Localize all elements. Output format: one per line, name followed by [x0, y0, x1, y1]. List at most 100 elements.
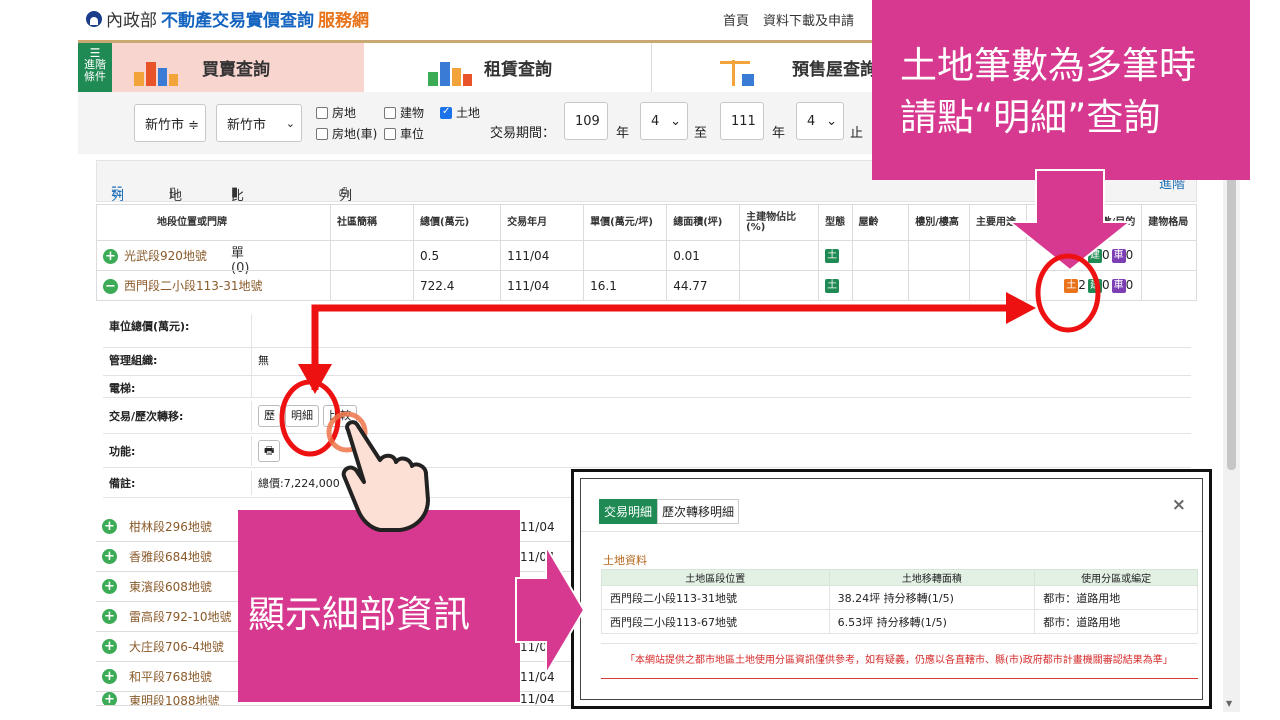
advanced-filter-label: 進階條件 [84, 58, 106, 83]
row-location[interactable]: + 光武段920地號 [96, 240, 331, 271]
checkbox-box[interactable] [316, 127, 328, 140]
col-floor[interactable]: 樓別/樓高 [908, 204, 971, 241]
history-button[interactable]: 歷 [258, 404, 281, 427]
count-value: 1 [1078, 248, 1086, 263]
row-age [851, 240, 910, 271]
table-row[interactable]: − 西門段二小段113-31地號 722.4 111/04 16.1 44.77 … [96, 270, 1197, 301]
list-item-location: 東明段1088地號 [129, 694, 220, 706]
zoning-disclaimer: 「本網站提供之都市地區土地使用分區資訊僅供參考，如有疑義，仍應以各直轄市、縣(市… [601, 643, 1198, 679]
detail-label: 備註: [109, 476, 136, 490]
col-layout[interactable]: 建物格局 [1141, 204, 1197, 241]
tab-presale-label: 預售屋查詢 [792, 60, 877, 80]
top-nav: 首頁 資料下載及申請 [723, 10, 854, 29]
expand-plus-icon[interactable]: + [102, 519, 117, 534]
row-area: 44.77 [666, 270, 741, 301]
collapse-minus-icon[interactable]: − [103, 279, 118, 294]
col-counts[interactable]: 交易筆棟數/目的 [1025, 204, 1143, 241]
checkbox-building[interactable]: 建物 [384, 104, 424, 121]
checkbox-house-land[interactable]: 房地 [316, 104, 356, 121]
expand-plus-icon[interactable]: + [102, 609, 117, 624]
to-label: 至 [694, 126, 708, 141]
detail-value [251, 376, 1191, 397]
expand-plus-icon[interactable]: + [102, 549, 117, 564]
from-month-select[interactable]: 4 ⌄ [640, 102, 688, 140]
results-table: 地段位置或門牌 社區簡稱 總價(萬元) 交易年月 單價(萬元/坪) 總面積(坪)… [96, 204, 1197, 301]
detail-value: 歷 明細 比較 [251, 400, 1191, 431]
close-icon[interactable]: × [1172, 495, 1186, 515]
print-icon[interactable]: 🖶 [258, 439, 281, 462]
col-type[interactable]: 型態 [818, 204, 853, 241]
row-unit-price [583, 240, 668, 271]
nav-download-link[interactable]: 資料下載及申請 [763, 10, 854, 29]
tab-transfer-history[interactable]: 歷次轉移明細 [657, 499, 740, 524]
expand-plus-icon[interactable]: + [102, 692, 117, 705]
to-year-value: 111 [731, 113, 756, 129]
col-unit-price[interactable]: 單價(萬元/坪) [583, 204, 668, 241]
district-select[interactable]: 新竹市 ⌄ [216, 104, 302, 142]
from-year-input[interactable]: 109 [564, 102, 608, 140]
checkbox-box-checked[interactable] [440, 106, 452, 119]
col-area[interactable]: 總面積(坪) [666, 204, 741, 241]
row-layout [1141, 270, 1197, 301]
row-location-text: 西門段二小段113-31地號 [124, 279, 263, 293]
table-row[interactable]: + 光武段920地號 0.5 111/04 0.01 土 土1建0車0 [96, 240, 1197, 271]
land-col-area: 土地移轉面積 [828, 569, 1036, 586]
col-usage[interactable]: 主要用途 [969, 204, 1027, 241]
to-year-input[interactable]: 111 [720, 102, 764, 140]
chevron-down-icon: ⌄ [826, 113, 837, 129]
col-date[interactable]: 交易年月 [500, 204, 585, 241]
count-badge: 土 [1064, 278, 1079, 293]
checkbox-box[interactable] [384, 106, 396, 119]
detail-value: 無 [251, 348, 1191, 375]
checkbox-house-land-parking[interactable]: 房地(車) [316, 125, 377, 142]
col-total-price[interactable]: 總價(萬元) [413, 204, 502, 241]
count-value: 0 [1101, 278, 1110, 293]
city-select[interactable]: 新竹市 ≑ [134, 104, 206, 142]
advanced-filter-button[interactable]: ☰ 進階條件 [78, 43, 112, 95]
col-location[interactable]: 地段位置或門牌 [96, 204, 331, 241]
row-area: 0.01 [666, 240, 741, 271]
checkbox-label: 土地 [456, 106, 481, 120]
city-select-value: 新竹市 ≑ [145, 117, 200, 133]
col-community[interactable]: 社區簡稱 [329, 204, 415, 241]
expand-plus-icon[interactable]: + [102, 579, 117, 594]
row-price: 722.4 [413, 270, 502, 301]
checkbox-parking[interactable]: 車位 [384, 125, 424, 142]
list-item-location: 東濱段608地號 [129, 580, 212, 594]
tab-sales[interactable]: 買賣查詢 [112, 43, 364, 92]
row-location[interactable]: − 西門段二小段113-31地號 [96, 270, 331, 301]
nav-home-link[interactable]: 首頁 [723, 10, 749, 29]
site-logo[interactable]: 內政部 不動產交易實價查詢 服務網 [86, 6, 369, 31]
detail-button[interactable]: 明細 [285, 404, 319, 427]
modal-tabs: 交易明細 歷次轉移明細 [599, 499, 740, 524]
expand-plus-icon[interactable]: + [102, 639, 117, 654]
to-month-select[interactable]: 4 ⌄ [796, 102, 844, 140]
table-header-row: 地段位置或門牌 社區簡稱 總價(萬元) 交易年月 單價(萬元/坪) 總面積(坪)… [96, 204, 1197, 241]
land-cell-location: 西門段二小段113-67地號 [601, 609, 830, 634]
col-age[interactable]: 屋齡 [851, 204, 910, 241]
tab-transaction-detail[interactable]: 交易明細 [599, 499, 658, 524]
checkbox-land[interactable]: 土地 [440, 104, 480, 121]
tab-rental[interactable]: 租賃查詢 [364, 43, 652, 92]
detail-label: 電梯: [109, 382, 136, 395]
count-value: 0 [1125, 278, 1134, 293]
land-table-header: 土地區段位置 土地移轉面積 使用分區或編定 [601, 569, 1198, 586]
checkbox-box[interactable] [384, 127, 396, 140]
detail-row: 電梯: [103, 376, 1191, 398]
expand-plus-icon[interactable]: + [102, 669, 117, 684]
land-type-badge: 土 [825, 248, 840, 263]
emblem-icon [86, 10, 102, 27]
row-community [329, 240, 415, 271]
row-date: 111/04 [500, 240, 585, 271]
count-badge: 建 [1087, 248, 1102, 263]
checkbox-box[interactable] [316, 106, 328, 119]
compare-button[interactable]: 比較 [323, 404, 357, 427]
list-item-date: 11/04 [520, 639, 555, 654]
col-main-ratio[interactable]: 主建物佔比(%) [739, 204, 820, 241]
counts-badges: 土1建0車0 [1064, 248, 1135, 263]
scrollbar-thumb[interactable] [1227, 140, 1236, 470]
row-counts: 土2建0車0 [1025, 270, 1143, 301]
expand-plus-icon[interactable]: + [103, 249, 118, 264]
scroll-down-icon[interactable]: ▼ [1226, 699, 1232, 708]
count-badge: 建 [1087, 278, 1102, 293]
